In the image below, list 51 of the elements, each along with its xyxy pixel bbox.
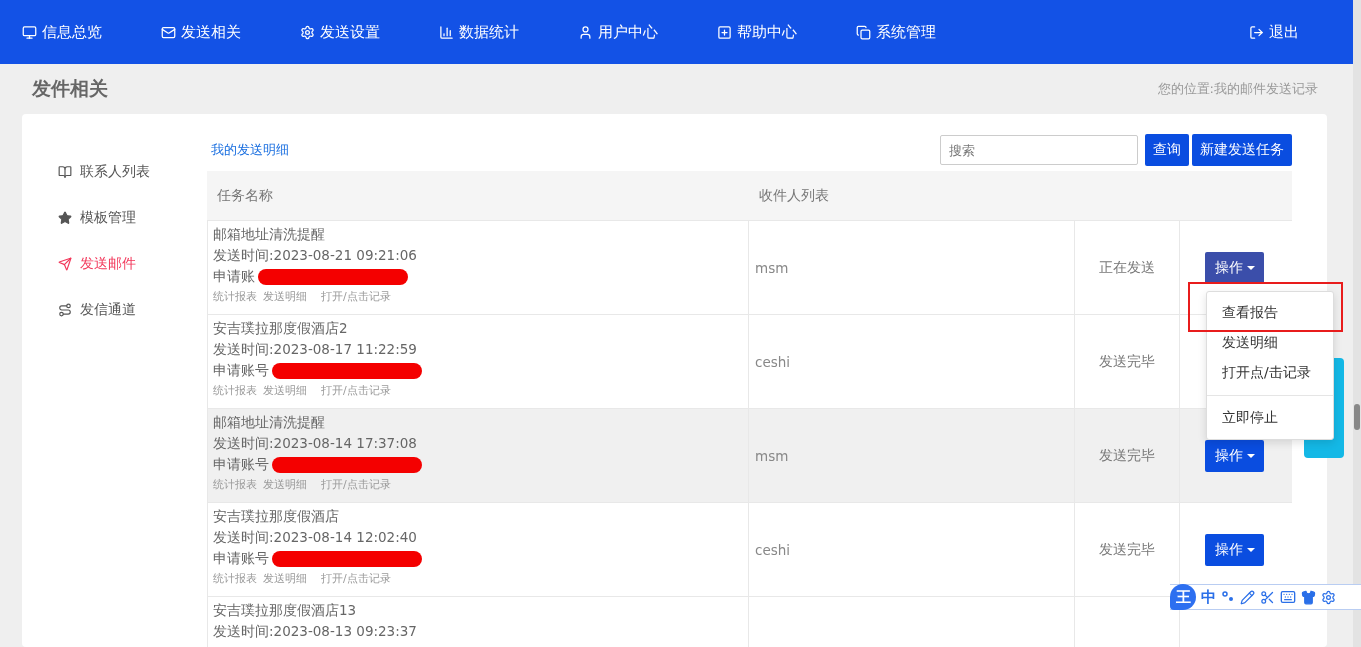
recipient-list: ceshi — [755, 353, 1074, 370]
recipient-list: ceshi — [755, 541, 1074, 558]
status-text: 发送完毕 — [1098, 446, 1156, 465]
task-name: 邮箱地址清洗提醒 — [213, 414, 326, 432]
menu-item[interactable]: 发送明细 — [1207, 328, 1333, 358]
send-time: 发送时间:2023-08-21 09:21:06 — [213, 247, 418, 265]
column-header: 任务名称 — [207, 171, 749, 221]
nav-item[interactable]: 数据统计 — [439, 22, 578, 42]
send-time: 发送时间:2023-08-14 17:37:08 — [213, 435, 418, 453]
task-name: 安吉璞拉那度假酒店13 — [213, 602, 358, 620]
action-dropdown-button[interactable]: 操作 — [1205, 439, 1264, 472]
ime-logo[interactable]: 王 — [1170, 584, 1196, 610]
logout-link[interactable]: 退出 — [1249, 22, 1299, 42]
status-text: 正在发送 — [1098, 258, 1156, 277]
page-title: 发件相关 — [32, 76, 108, 101]
send-time: 发送时间:2023-08-13 09:23:37 — [213, 623, 418, 641]
nav-item[interactable]: 信息总览 — [22, 22, 161, 42]
task-name: 安吉璞拉那度假酒店 — [213, 508, 340, 526]
recipient-list: msm — [755, 259, 1074, 276]
account-label: 申请账号 — [213, 456, 269, 474]
account-label: 申请账号 — [213, 362, 269, 380]
send-time: 发送时间:2023-08-17 11:22:59 — [213, 341, 418, 359]
column-header: 收件人列表 — [749, 171, 1075, 221]
menu-item[interactable]: 立即停止 — [1207, 403, 1333, 433]
sidebar-item[interactable]: 联系人列表 — [22, 160, 207, 184]
nav-item[interactable]: 发送设置 — [300, 22, 439, 42]
nav-item[interactable]: 发送相关 — [161, 22, 300, 42]
sidebar-item[interactable]: 发送邮件 — [22, 252, 207, 276]
send-time: 发送时间:2023-08-14 12:02:40 — [213, 529, 418, 547]
nav-item[interactable]: 系统管理 — [856, 22, 995, 42]
account-label: 申请账 — [213, 268, 255, 286]
breadcrumb: 您的位置:我的邮件发送记录 — [1157, 80, 1318, 98]
menu-item[interactable]: 打开点/击记录 — [1207, 358, 1333, 388]
nav-item[interactable]: 用户中心 — [578, 22, 717, 42]
query-button[interactable]: 查询 — [1145, 134, 1189, 166]
sidebar-item[interactable]: 发信通道 — [22, 298, 207, 322]
status-text: 发送完毕 — [1098, 540, 1156, 559]
search-field[interactable]: 搜索 — [940, 135, 1138, 165]
account-label: 申请账号 — [213, 550, 269, 568]
task-name: 安吉璞拉那度假酒店2 — [213, 320, 349, 338]
status-text: 发送完毕 — [1098, 352, 1156, 371]
action-dropdown-button[interactable]: 操作 — [1205, 533, 1264, 566]
input-mode-toggle[interactable]: 中 — [1201, 587, 1216, 607]
task-name: 邮箱地址清洗提醒 — [213, 226, 326, 244]
menu-item[interactable]: 查看报告 — [1207, 298, 1333, 328]
my-send-details-link[interactable]: 我的发送明细 — [211, 141, 289, 159]
action-dropdown-button[interactable]: 操作 — [1205, 251, 1264, 284]
nav-item[interactable]: 帮助中心 — [717, 22, 856, 42]
recipient-list: msm — [755, 447, 1074, 464]
sidebar-item[interactable]: 模板管理 — [22, 206, 207, 230]
new-task-button[interactable]: 新建发送任务 — [1192, 134, 1292, 166]
